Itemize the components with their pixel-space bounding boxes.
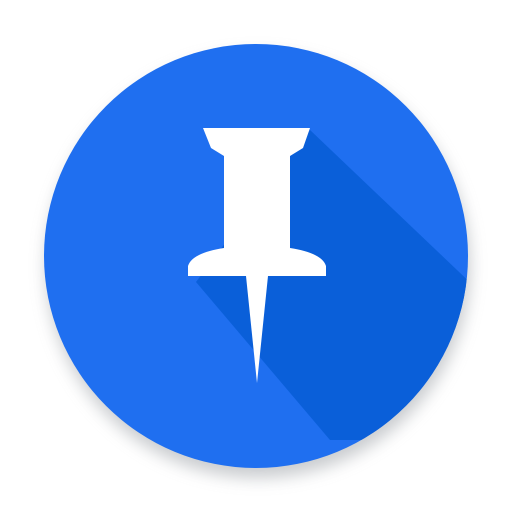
app-icon-stage [0, 0, 512, 512]
pushpin-app-icon [44, 44, 470, 478]
